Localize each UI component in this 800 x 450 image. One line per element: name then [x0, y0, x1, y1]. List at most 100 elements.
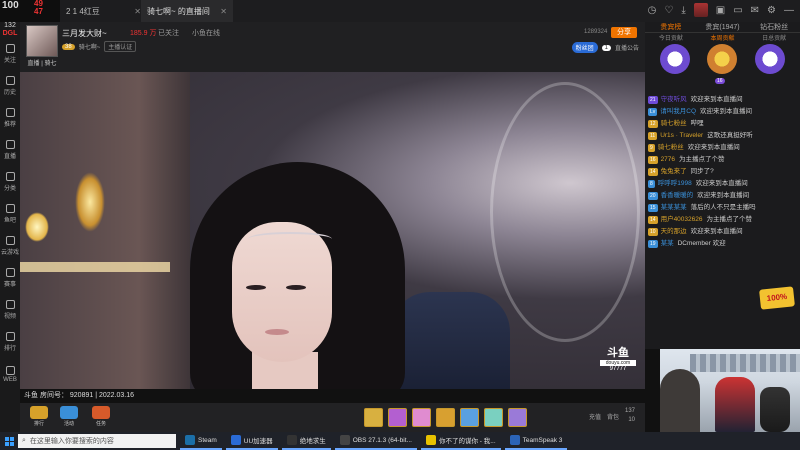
contributor-avatar[interactable]: [660, 44, 690, 74]
user-avatar[interactable]: [693, 3, 708, 17]
taskbar-search[interactable]: ⌕ 在这里输入你要搜索的内容: [18, 434, 176, 448]
chat-username[interactable]: 请叫我月CQ: [660, 108, 696, 115]
app-label: OBS 27.1.3 (64-bit...: [352, 436, 412, 444]
video-lamp: [75, 172, 105, 232]
chat-username[interactable]: 骑七粉丝: [661, 120, 687, 127]
anchor-avatar[interactable]: [26, 25, 58, 57]
search-placeholder: 在这里输入你要搜索的内容: [29, 438, 114, 445]
douyu-watermark: 斗鱼 douyu.com 97777: [600, 344, 636, 372]
heart-icon[interactable]: ♡: [664, 5, 673, 16]
live-icon: [5, 140, 15, 149]
fan-club-pill[interactable]: 粉丝团: [571, 42, 598, 53]
app-icon: [339, 435, 350, 445]
chat-username[interactable]: 2776: [661, 156, 675, 163]
nav-web[interactable]: WEB: [0, 358, 20, 390]
nav-cloudgame[interactable]: 云游戏: [0, 230, 20, 262]
chat-username[interactable]: 某某: [661, 240, 674, 247]
nav-history[interactable]: 历史: [0, 70, 20, 102]
share-button[interactable]: 分享: [611, 27, 637, 38]
recharge-button[interactable]: 充值: [589, 412, 601, 421]
search-icon: ⌕: [22, 437, 26, 444]
chat-message: 19 某某 DCmember 欢迎: [648, 238, 797, 250]
chat-username[interactable]: 天的那边: [661, 228, 687, 235]
nav-follow[interactable]: 关注: [0, 38, 20, 70]
contributor-avatar[interactable]: [707, 44, 737, 74]
taskbar-app[interactable]: Steam: [180, 432, 222, 450]
chat-username[interactable]: 兔兔来了: [661, 168, 687, 175]
mail-icon[interactable]: ✉: [751, 5, 759, 16]
taskbar-app[interactable]: TeamSpeak 3: [504, 432, 568, 450]
close-icon[interactable]: ✕: [134, 7, 141, 16]
start-button[interactable]: [0, 432, 18, 450]
tab-stream[interactable]: 骑七啊~ 的直播间 ✕: [141, 0, 233, 22]
close-icon[interactable]: ✕: [220, 7, 227, 16]
task-entry[interactable]: 任务: [88, 406, 114, 430]
announcement-link[interactable]: 直播公告: [615, 43, 639, 52]
chat-username[interactable]: 守夜听风: [661, 96, 687, 103]
gb-label: 活动: [63, 421, 74, 427]
level-badge: 10: [648, 228, 658, 236]
tab-vip[interactable]: 贵宾(1947): [697, 22, 749, 32]
gift-item[interactable]: [460, 408, 479, 427]
chat-text: 欢迎来到本直播间: [697, 192, 750, 199]
nav-live[interactable]: 直播: [0, 134, 20, 166]
nav-rank[interactable]: 排行: [0, 326, 20, 358]
tab-diamond-fans[interactable]: 钻石粉丝: [748, 22, 800, 32]
small-fish-link[interactable]: 小鱼在线: [192, 28, 220, 38]
minimize-icon[interactable]: —: [784, 5, 794, 16]
chat-message: 16 2776 为主播点了个赞: [648, 154, 797, 166]
chat-username[interactable]: 呼呼呼1998: [658, 180, 692, 187]
promo-badge[interactable]: 100%: [759, 286, 795, 310]
subtab-total[interactable]: 日总贡献: [748, 33, 800, 42]
chat-username[interactable]: 某某某某: [661, 204, 687, 211]
rank-entry[interactable]: 排行: [26, 406, 52, 430]
taskbar-app[interactable]: 绝地求生: [281, 432, 331, 450]
gift-item[interactable]: [364, 408, 383, 427]
tab-rank[interactable]: 2 1 4红豆 ✕: [66, 0, 141, 22]
chat-message: 14 用户40032626 为主播点了个赞: [648, 214, 797, 226]
nav-category[interactable]: 分类: [0, 166, 20, 198]
follow-button[interactable]: 已关注: [158, 28, 179, 38]
gift-item[interactable]: [484, 408, 503, 427]
nav-video[interactable]: 视频: [0, 294, 20, 326]
chat-username[interactable]: 用户40032626: [661, 216, 703, 223]
chat-username[interactable]: 香香暖暖的: [661, 192, 694, 199]
chat-message: Lv 请叫我月CQ 欢迎来到本直播间: [648, 106, 797, 118]
fps-readout: 100: [2, 0, 19, 11]
level-badge: 16: [648, 156, 658, 164]
download-icon[interactable]: ⤓: [681, 5, 685, 16]
taskbar-app[interactable]: OBS 27.1.3 (64-bit...: [334, 432, 417, 450]
tag-cert: 主播认证: [104, 41, 137, 52]
nav-esports[interactable]: 赛事: [0, 262, 20, 294]
streamer-eye: [286, 285, 306, 290]
subtab-week[interactable]: 本周贡献: [697, 33, 749, 42]
history-icon[interactable]: ◷: [648, 5, 657, 16]
chat-text: 欢迎来到本直播间: [700, 108, 753, 115]
event-entry[interactable]: 活动: [56, 406, 82, 430]
taskbar-app[interactable]: 你不了的谋你 - 我...: [420, 432, 501, 450]
backpack-button[interactable]: 背包: [607, 412, 619, 421]
gift-item[interactable]: [436, 408, 455, 427]
contributor-avatar[interactable]: [755, 44, 785, 74]
settings-icon[interactable]: ⚙: [767, 5, 776, 16]
chat-username[interactable]: Ur1s · Traveler: [660, 132, 703, 139]
chat-username[interactable]: 骑七粉丝: [658, 144, 684, 151]
chat-message: 14 兔兔来了 同步了?: [648, 166, 797, 178]
app-icon: [425, 435, 436, 445]
subtab-today[interactable]: 今日贡献: [645, 33, 697, 42]
nav-fishbar[interactable]: 鱼吧: [0, 198, 20, 230]
screen-icon[interactable]: ▭: [733, 5, 742, 16]
gift-item[interactable]: [508, 408, 527, 427]
gift-item[interactable]: [388, 408, 407, 427]
nav-label: 直播: [3, 154, 16, 160]
nav-recommend[interactable]: 推荐: [0, 102, 20, 134]
trophy-icon: [30, 406, 48, 419]
bag-icon[interactable]: ▣: [716, 5, 725, 16]
chat-text: 欢迎来到本直播间: [695, 180, 748, 187]
app-label: TeamSpeak 3: [522, 436, 563, 444]
video-player[interactable]: 斗鱼 douyu.com 97777: [20, 72, 645, 389]
chat-text: 这歌还真挺好听: [707, 132, 753, 139]
tab-vip-rank[interactable]: 贵宾榜: [645, 22, 697, 32]
taskbar-app[interactable]: UU加速器: [225, 432, 278, 450]
gift-item[interactable]: [412, 408, 431, 427]
